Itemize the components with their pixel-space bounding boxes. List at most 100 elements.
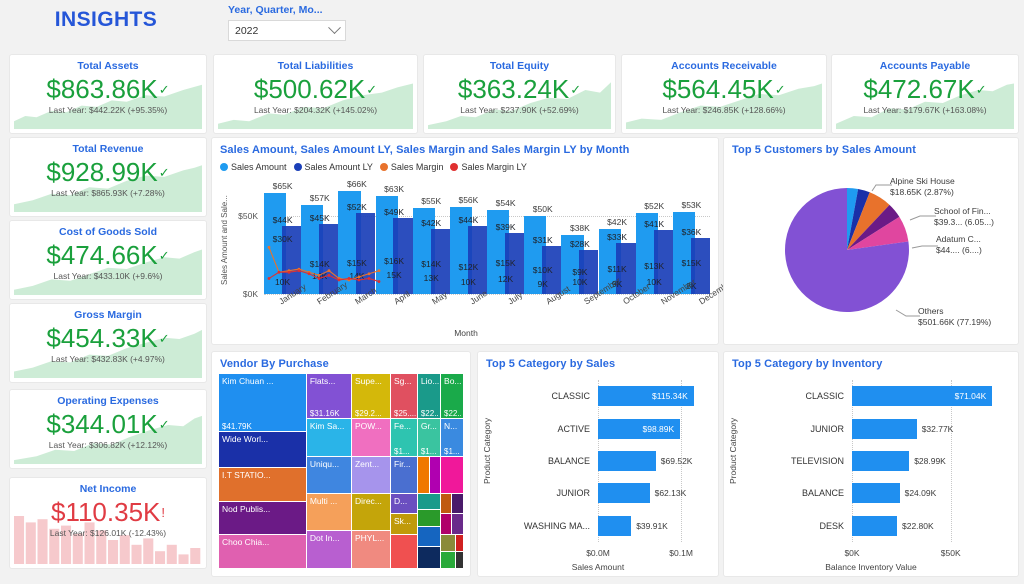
treemap-cell[interactable]: Nod Publis...: [218, 501, 308, 536]
bar-group[interactable]: $50K $31K $10K 9K: [524, 182, 562, 294]
bar-row[interactable]: JUNIOR $32.77K: [742, 412, 1010, 444]
kpi-card[interactable]: Total Equity $363.24K✓ Last Year: $237.9…: [424, 55, 615, 133]
treemap-cell[interactable]: N... $1...: [440, 417, 464, 459]
treemap-cell[interactable]: Fe... $1...: [390, 417, 419, 459]
kpi-card[interactable]: Net Income $110.35K! Last Year: $126.01K…: [10, 478, 206, 568]
treemap-cell[interactable]: [416, 526, 443, 548]
treemap-cell[interactable]: Bo... $22...: [440, 373, 464, 420]
slicer-dropdown[interactable]: 2022: [228, 20, 346, 41]
bar-row[interactable]: JUNIOR $62.13K: [496, 477, 710, 509]
treemap-cell[interactable]: [440, 456, 464, 496]
treemap-cell[interactable]: [451, 512, 464, 537]
treemap-cell[interactable]: Dot In...: [305, 530, 353, 569]
kpi-card[interactable]: Gross Margin $454.33K✓ Last Year: $432.8…: [10, 304, 206, 382]
legend-item[interactable]: Sales Margin: [379, 162, 443, 172]
treemap-cell[interactable]: [440, 551, 457, 569]
treemap-cell[interactable]: Supe... $29.2...: [350, 373, 393, 420]
vendor-treemap-card[interactable]: Vendor By Purchase Kim Chuan ... $41.79K W…: [212, 352, 470, 576]
line-marker: [277, 270, 281, 274]
treemap-cell[interactable]: Flats... $31.16K: [305, 373, 353, 420]
treemap-cell[interactable]: [454, 533, 465, 554]
bar-label-sales-amount-ly: $42K: [421, 217, 442, 228]
treemap-cell[interactable]: Kim Sa...: [305, 417, 353, 459]
bar[interactable]: [852, 450, 910, 472]
treemap-cell[interactable]: PHYL...: [350, 530, 393, 569]
bar-group[interactable]: $54K $39K $15K 12K: [487, 182, 525, 294]
bar-group[interactable]: $52K $41K $13K 10K: [635, 182, 673, 294]
kpi-comparison: Last Year: $126.01K (-12.43%): [49, 528, 167, 539]
treemap-cell[interactable]: Uniqu...: [305, 456, 353, 496]
bar[interactable]: [852, 515, 897, 536]
bar-row[interactable]: BALANCE $69.52K: [496, 445, 710, 477]
kpi-card[interactable]: Total Liabilities $500.62K✓ Last Year: $…: [214, 55, 417, 133]
bar-group[interactable]: $56K $44K $12K 10K: [449, 182, 487, 294]
kpi-trend-icon: ✓: [158, 82, 170, 97]
bar-row[interactable]: TELEVISION $28.99K: [742, 445, 1010, 477]
treemap-cell[interactable]: Gr... $1...: [416, 417, 443, 459]
legend-item[interactable]: Sales Amount LY: [293, 162, 373, 172]
bar-row[interactable]: CLASSIC $115.34K: [496, 380, 710, 412]
bar[interactable]: [852, 483, 900, 504]
treemap-cell[interactable]: [390, 534, 419, 569]
year-slicer[interactable]: Year, Quarter, Mo... 2022: [228, 4, 346, 41]
treemap-cell[interactable]: Lio... $22...: [416, 373, 443, 420]
treemap-cell[interactable]: Multi ...: [305, 493, 353, 533]
combo-chart-card[interactable]: Sales Amount, Sales Amount LY, Sales Mar…: [212, 138, 735, 344]
treemap-cell[interactable]: Sk...: [390, 512, 419, 537]
bar-label-sales-amount: $55K: [421, 196, 442, 207]
top-customers-pie-card[interactable]: Top 5 Customers by Sales Amount Alpine S…: [724, 138, 1018, 344]
kpi-trend-icon: ✓: [158, 165, 170, 180]
bar-row[interactable]: CLASSIC $71.04K: [742, 380, 1010, 412]
treemap-cell[interactable]: Choo Chia...: [218, 534, 308, 569]
bar-row[interactable]: WASHING MA... $39.91K: [496, 510, 710, 542]
line-marker: [347, 277, 351, 280]
legend-item[interactable]: Sales Amount: [220, 162, 287, 172]
treemap-cell[interactable]: Zent...: [350, 456, 393, 496]
treemap-cell[interactable]: Direc...: [350, 493, 393, 533]
bar-group[interactable]: $38K $28K $9K 10K: [561, 182, 599, 294]
treemap-cell-value: $1...: [420, 447, 437, 457]
kpi-title: Accounts Payable: [879, 60, 971, 72]
kpi-card[interactable]: Operating Expenses $344.01K✓ Last Year: …: [10, 390, 206, 468]
line-marker: [307, 272, 311, 276]
treemap-cell[interactable]: Kim Chuan ... $41.79K: [218, 372, 308, 434]
treemap-cell[interactable]: Wide Worl...: [218, 431, 308, 470]
bar-label-sales-amount: $63K: [384, 184, 405, 194]
kpi-card[interactable]: Accounts Receivable $564.45K✓ Last Year:…: [622, 55, 826, 133]
treemap-cell[interactable]: POW...: [350, 417, 393, 459]
kpi-card[interactable]: Accounts Payable $472.67K✓ Last Year: $1…: [832, 55, 1018, 133]
bar-label-sales-amount-ly: $31K: [532, 234, 553, 245]
kpi-card[interactable]: Cost of Goods Sold $474.66K✓ Last Year: …: [10, 221, 206, 299]
kpi-card[interactable]: Total Revenue $928.99K✓ Last Year: $865.…: [10, 138, 206, 216]
category-inventory-plot: $0K $50K CLASSIC $71.04K JUNIOR $32.77K TELE…: [742, 380, 1010, 558]
treemap-cell[interactable]: D...: [390, 493, 419, 515]
treemap-cell[interactable]: [416, 545, 443, 569]
kpi-card[interactable]: Total Assets $863.86K✓ Last Year: $442.2…: [10, 55, 206, 133]
treemap-cell[interactable]: [454, 551, 465, 569]
bar-row[interactable]: DESK $22.80K: [742, 510, 1010, 542]
treemap-cell[interactable]: I.T STATIO...: [218, 467, 308, 504]
treemap-cell[interactable]: [440, 533, 457, 554]
bar-group[interactable]: $55K $42K $14K 13K: [412, 182, 450, 294]
treemap-cell[interactable]: [440, 493, 453, 515]
treemap-cell[interactable]: [416, 508, 443, 529]
treemap-cell[interactable]: [416, 493, 443, 511]
legend-item[interactable]: Sales Margin LY: [450, 162, 527, 172]
bar-label-sales-amount-ly: $28K: [569, 239, 590, 250]
treemap-cell[interactable]: [429, 456, 443, 496]
bar[interactable]: [598, 483, 650, 504]
combo-chart-legend[interactable]: Sales Amount Sales Amount LY Sales Margin S…: [220, 162, 527, 172]
bar-row[interactable]: BALANCE $24.09K: [742, 477, 1010, 509]
treemap-cell-label: Flats...: [309, 376, 336, 386]
treemap-cell[interactable]: [416, 456, 432, 496]
treemap-cell[interactable]: Sg... $25....: [390, 373, 419, 420]
bar[interactable]: [598, 450, 656, 472]
treemap-cell[interactable]: [451, 493, 464, 515]
treemap-cell[interactable]: [440, 512, 453, 537]
top-category-inventory-card[interactable]: Top 5 Category by Inventory Product Cate…: [724, 352, 1018, 576]
bar[interactable]: [598, 515, 632, 536]
bar-row[interactable]: ACTIVE $98.89K: [496, 412, 710, 444]
treemap-cell[interactable]: Fir...: [390, 456, 419, 496]
bar[interactable]: [852, 418, 917, 439]
top-category-sales-card[interactable]: Top 5 Category by Sales Product Category…: [478, 352, 718, 576]
